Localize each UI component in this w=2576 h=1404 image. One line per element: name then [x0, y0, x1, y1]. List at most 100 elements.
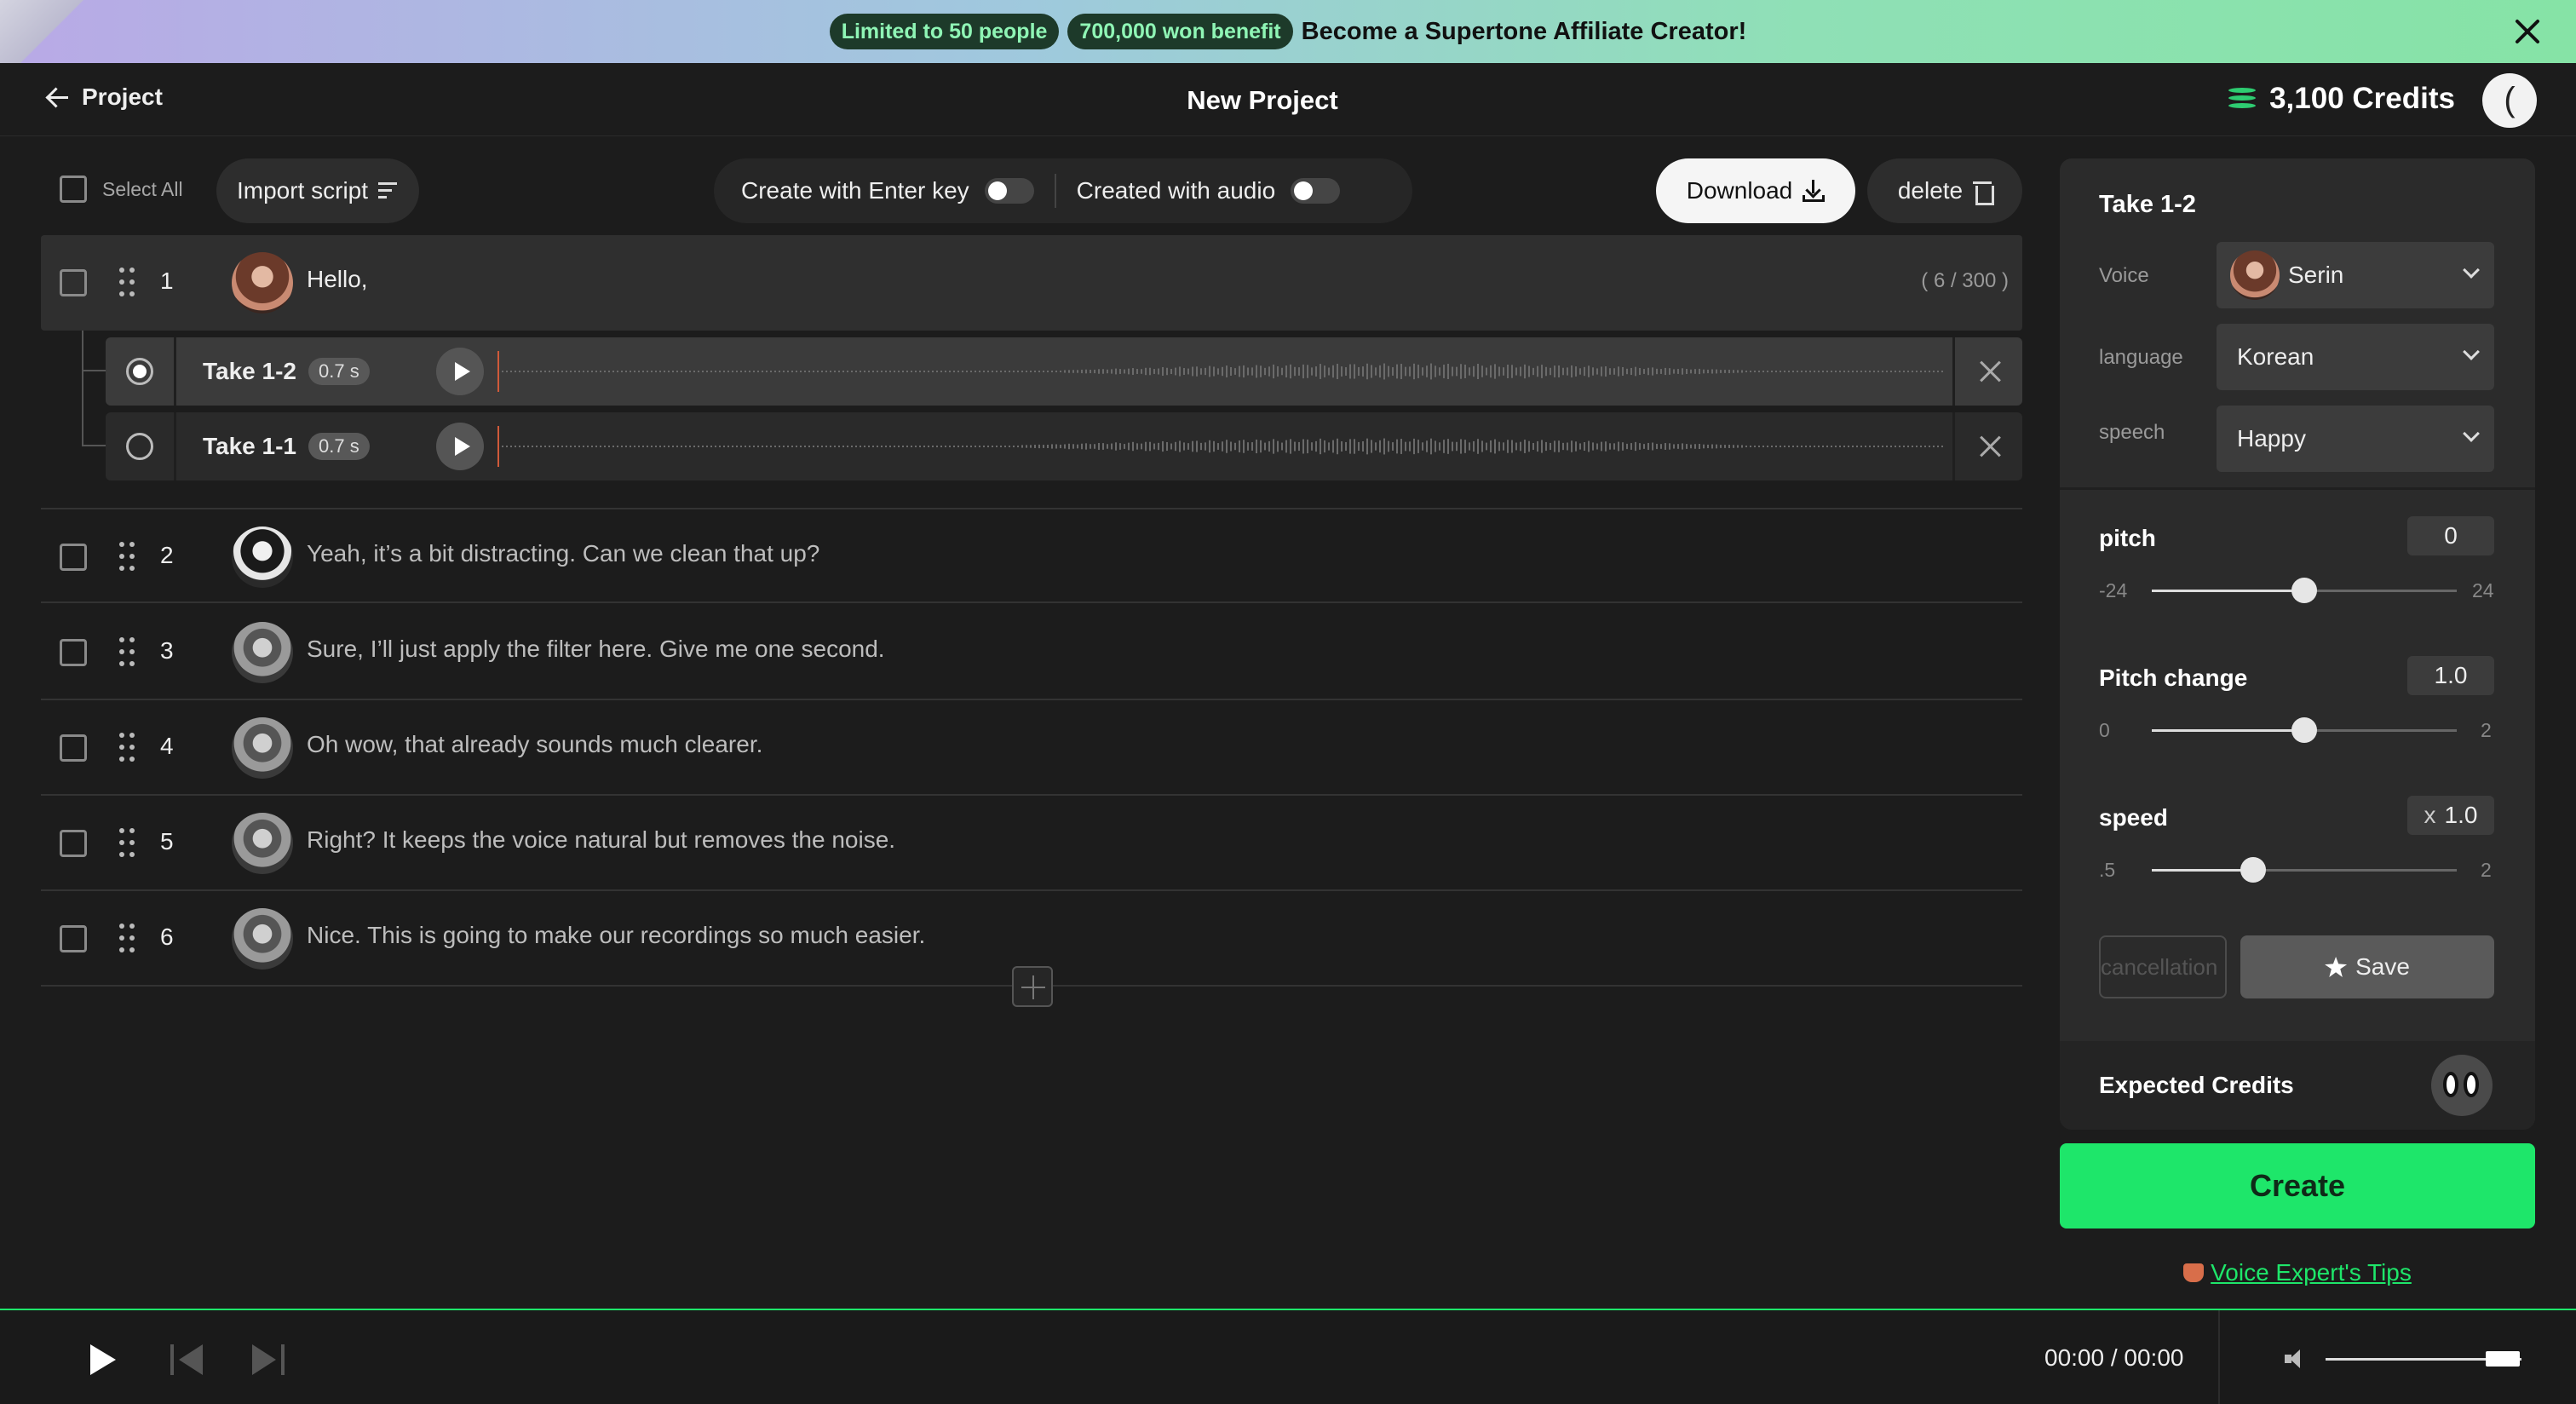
line-number: 2 [160, 542, 174, 568]
script-line-1[interactable]: 1 Hello, ( 6 / 300 ) [41, 235, 2022, 331]
take-tree-branch [82, 370, 106, 371]
line-text[interactable]: Hello, [307, 266, 368, 293]
take-row-1-2[interactable]: Take 1-2 0.7 s [106, 337, 2022, 406]
take-name: Take 1-2 [203, 358, 296, 384]
cancel-button[interactable]: cancellation [2099, 935, 2227, 998]
speed-value-input[interactable]: x 1.0 [2407, 796, 2494, 835]
pitch-min-label: -24 [2099, 579, 2128, 601]
created-with-audio-switch[interactable] [1291, 178, 1341, 204]
character-count: ( 6 / 300 ) [1921, 269, 2009, 292]
toggle-group: Create with Enter key Created with audio [714, 158, 1412, 223]
banner-corner-decoration [0, 0, 102, 63]
drag-handle-icon[interactable] [119, 828, 135, 857]
slider-handle[interactable] [2291, 578, 2317, 603]
star-icon [2325, 957, 2348, 977]
line-number: 1 [160, 268, 174, 294]
voice-avatar[interactable] [232, 717, 293, 779]
close-icon[interactable] [2511, 15, 2544, 48]
line-checkbox[interactable] [60, 269, 87, 296]
chevron-down-icon [2463, 262, 2480, 279]
waveform[interactable] [497, 421, 1946, 472]
line-checkbox[interactable] [60, 734, 87, 762]
user-avatar[interactable]: ( [2482, 73, 2537, 128]
slider-handle[interactable] [2240, 857, 2267, 883]
voice-avatar[interactable] [232, 813, 293, 874]
volume-slider-handle[interactable] [2486, 1351, 2520, 1367]
script-line-5[interactable]: 5 Right? It keeps the voice natural but … [41, 796, 2022, 891]
drag-handle-icon[interactable] [119, 924, 135, 952]
script-line-3[interactable]: 3 Sure, I’ll just apply the filter here.… [41, 605, 2022, 700]
top-header: Project New Project 3,100 Credits ( [0, 63, 2576, 136]
import-script-button[interactable]: Import script [216, 158, 420, 223]
line-checkbox[interactable] [60, 639, 87, 666]
drag-handle-icon[interactable] [119, 268, 135, 296]
line-text[interactable]: Sure, I’ll just apply the filter here. G… [307, 636, 885, 663]
download-label: Download [1686, 177, 1793, 204]
save-button[interactable]: Save [2240, 935, 2494, 998]
select-all-control[interactable]: Select All [60, 176, 183, 203]
line-text[interactable]: Yeah, it’s a bit distracting. Can we cle… [307, 540, 819, 567]
script-line-4[interactable]: 4 Oh wow, that already sounds much clear… [41, 700, 2022, 796]
voice-expert-tips-link[interactable]: Voice Expert's Tips [2211, 1259, 2412, 1286]
delete-button[interactable]: delete [1867, 158, 2022, 223]
speed-slider[interactable] [2152, 857, 2457, 883]
banner-text[interactable]: Become a Supertone Affiliate Creator! [1302, 18, 1747, 46]
pitch-label: pitch [2099, 525, 2156, 551]
take-radio[interactable] [126, 433, 153, 460]
add-line-icon[interactable] [1012, 966, 1053, 1007]
skip-previous-icon[interactable] [170, 1344, 204, 1375]
pitch-slider[interactable] [2152, 578, 2457, 603]
speech-label: speech [2099, 421, 2165, 444]
slider-handle[interactable] [2291, 717, 2317, 743]
language-label: language [2099, 346, 2183, 369]
page-title: New Project [1187, 85, 1338, 115]
credits-amount: 3,100 Credits [2269, 82, 2455, 115]
language-select[interactable]: Korean [2217, 324, 2494, 390]
pitch-change-slider[interactable] [2152, 717, 2457, 743]
download-button[interactable]: Download [1656, 158, 1855, 223]
voice-label: Voice [2099, 264, 2149, 287]
create-with-enter-switch[interactable] [984, 178, 1034, 204]
voice-avatar[interactable] [232, 252, 293, 314]
speech-select[interactable]: Happy [2217, 406, 2494, 472]
line-checkbox[interactable] [60, 544, 87, 571]
line-text[interactable]: Nice. This is going to make our recordin… [307, 922, 925, 949]
created-with-audio-toggle-row: Created with audio [1077, 177, 1341, 204]
drag-handle-icon[interactable] [119, 733, 135, 762]
voice-avatar[interactable] [232, 526, 293, 588]
voice-select[interactable]: Serin [2217, 242, 2494, 308]
select-all-checkbox[interactable] [60, 176, 87, 203]
remove-take-icon[interactable] [1976, 433, 2004, 460]
take-tree-branch [82, 445, 106, 446]
play-icon[interactable] [90, 1344, 116, 1375]
eyes-icon [2431, 1055, 2493, 1116]
expected-credits-box: Expected Credits [2060, 1041, 2535, 1130]
speed-min-label: .5 [2099, 859, 2116, 881]
skip-next-icon[interactable] [250, 1344, 285, 1375]
speed-value: 1.0 [2444, 802, 2478, 828]
volume-icon[interactable] [2285, 1348, 2309, 1370]
drag-handle-icon[interactable] [119, 637, 135, 666]
take-radio-selected[interactable] [126, 358, 153, 385]
script-line-2[interactable]: 2 Yeah, it’s a bit distracting. Can we c… [41, 508, 2022, 603]
remove-take-icon[interactable] [1976, 358, 2004, 385]
pitch-value-input[interactable]: 0 [2407, 516, 2494, 555]
create-button[interactable]: Create [2060, 1143, 2535, 1228]
pitch-change-value-input[interactable]: 1.0 [2407, 656, 2494, 695]
pot-icon [2183, 1263, 2205, 1282]
drag-handle-icon[interactable] [119, 542, 135, 571]
waveform[interactable] [497, 346, 1946, 397]
banner-pill-limited: Limited to 50 people [829, 14, 1060, 49]
line-checkbox[interactable] [60, 830, 87, 857]
play-icon[interactable] [436, 423, 484, 470]
voice-avatar[interactable] [232, 908, 293, 970]
line-text[interactable]: Right? It keeps the voice natural but re… [307, 826, 895, 854]
line-checkbox[interactable] [60, 925, 87, 952]
take-row-1-1[interactable]: Take 1-1 0.7 s [106, 412, 2022, 480]
take-duration-badge: 0.7 s [308, 358, 370, 385]
pitch-change-max-label: 2 [2481, 719, 2492, 741]
line-text[interactable]: Oh wow, that already sounds much clearer… [307, 731, 762, 758]
language-value: Korean [2237, 343, 2314, 370]
voice-avatar[interactable] [232, 622, 293, 683]
play-icon[interactable] [436, 348, 484, 395]
